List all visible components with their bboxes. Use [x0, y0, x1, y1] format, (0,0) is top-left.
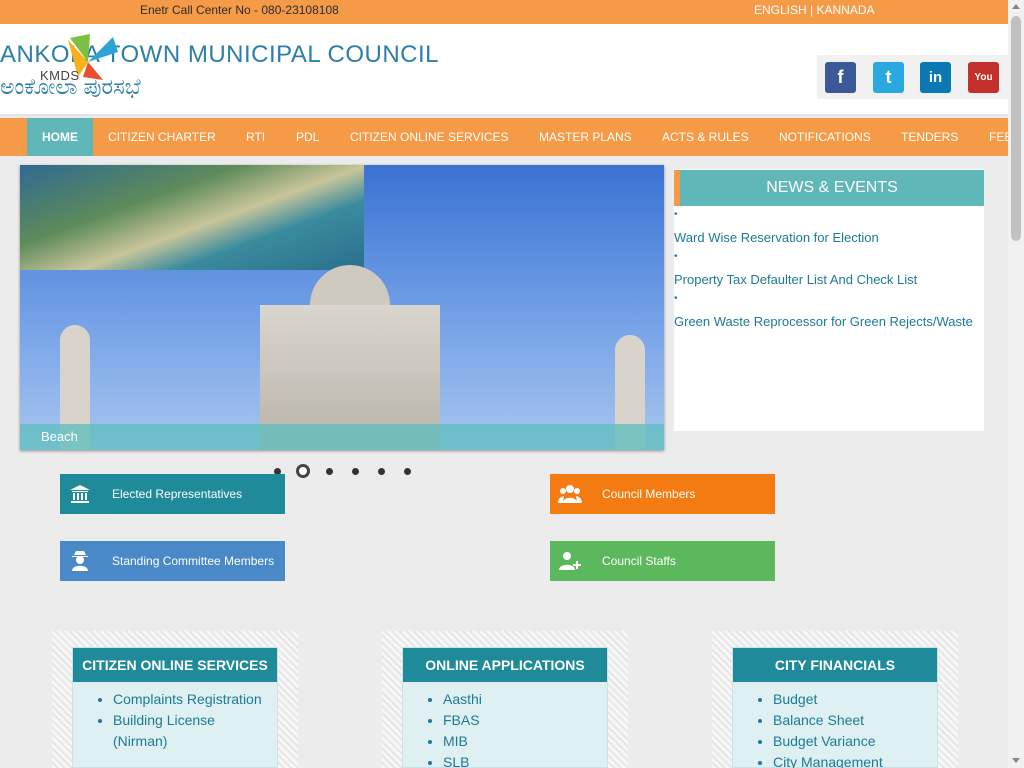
user-secret-icon: [68, 549, 92, 573]
nav-acts-rules[interactable]: ACTS & RULES: [662, 118, 749, 156]
nav-citizen-charter[interactable]: CITIZEN CHARTER: [108, 118, 216, 156]
lang-separator: |: [806, 3, 817, 17]
slider-dot[interactable]: [326, 468, 333, 475]
bullet-icon: •: [674, 251, 678, 262]
twitter-icon[interactable]: t: [873, 62, 904, 93]
site-header: ANKOLA TOWN MUNICIPAL COUNCIL ಅಂಕೋಲಾ ಪುರ…: [0, 24, 1008, 116]
news-list: • Ward Wise Reservation for Election • Pro…: [674, 209, 984, 335]
news-link[interactable]: Ward Wise Reservation for Election: [674, 230, 879, 245]
council-members-button[interactable]: Council Members: [550, 474, 775, 514]
image-slider[interactable]: Beach: [20, 165, 664, 450]
nav-citizen-online-services[interactable]: CITIZEN ONLINE SERVICES: [350, 118, 508, 156]
scroll-down-icon[interactable]: [1012, 758, 1020, 763]
panel-link[interactable]: SLB: [443, 752, 603, 768]
nav-master-plans[interactable]: MASTER PLANS: [539, 118, 632, 156]
nav-notifications[interactable]: NOTIFICATIONS: [779, 118, 871, 156]
standing-committee-button[interactable]: Standing Committee Members: [60, 541, 285, 581]
panel-list: Budget Balance Sheet Budget Variance Cit…: [773, 689, 933, 768]
lang-english-link[interactable]: ENGLISH: [754, 3, 807, 17]
news-heading: NEWS & EVENTS: [674, 170, 984, 206]
nav-tenders[interactable]: TENDERS: [901, 118, 958, 156]
top-bar: Enetr Call Center No - 080-23108108 ENGL…: [0, 0, 1008, 24]
elected-representatives-button[interactable]: Elected Representatives: [60, 474, 285, 514]
slide-caption: Beach: [20, 424, 664, 450]
nav-fee[interactable]: FEE: [989, 118, 1008, 156]
slide-beach-image: [20, 165, 364, 270]
building-icon: [68, 482, 92, 506]
group-icon: [558, 482, 582, 506]
panel-link[interactable]: Aasthi: [443, 689, 603, 710]
city-financials-panel: CITY FINANCIALS Budget Balance Sheet Bud…: [712, 631, 958, 768]
user-plus-icon: [558, 549, 582, 573]
panel-link[interactable]: MIB: [443, 731, 603, 752]
news-link[interactable]: Green Waste Reprocessor for Green Reject…: [674, 314, 973, 329]
scroll-thumb[interactable]: [1011, 16, 1021, 241]
language-switcher: ENGLISH | KANNADA: [754, 3, 875, 17]
youtube-icon[interactable]: You Tube: [968, 62, 999, 114]
panel-list: Aasthi FBAS MIB SLB: [443, 689, 603, 768]
panel-body: CITIZEN ONLINE SERVICES Complaints Regis…: [72, 647, 278, 768]
nav-rti[interactable]: RTI: [246, 118, 265, 156]
lang-kannada-link[interactable]: KANNADA: [816, 3, 874, 17]
scroll-up-icon[interactable]: [1012, 4, 1020, 9]
panel-title: ONLINE APPLICATIONS: [403, 648, 607, 682]
elected-representatives-label: Elected Representatives: [112, 487, 243, 501]
panel-link[interactable]: Budget: [773, 689, 933, 710]
logo-text: KMDS: [40, 68, 80, 83]
slider-dot-active[interactable]: [296, 464, 310, 478]
council-staffs-button[interactable]: Council Staffs: [550, 541, 775, 581]
news-item: • Property Tax Defaulter List And Check L…: [674, 251, 984, 293]
nav-pdl[interactable]: PDL: [296, 118, 319, 156]
panel-title: CITIZEN ONLINE SERVICES: [73, 648, 277, 682]
social-links: f t in You Tube: [817, 55, 1008, 114]
panel-link[interactable]: Complaints Registration: [113, 689, 273, 710]
panel-link[interactable]: Balance Sheet: [773, 710, 933, 731]
linkedin-icon[interactable]: in: [920, 62, 951, 93]
slider-dot[interactable]: [404, 468, 411, 475]
nav-home[interactable]: HOME: [27, 118, 93, 156]
facebook-icon[interactable]: f: [825, 62, 856, 93]
news-item: • Ward Wise Reservation for Election: [674, 209, 984, 251]
call-center-text: Enetr Call Center No - 080-23108108: [140, 3, 339, 17]
bullet-icon: •: [674, 293, 678, 304]
panel-link[interactable]: FBAS: [443, 710, 603, 731]
slider-dot[interactable]: [378, 468, 385, 475]
slider-dot[interactable]: [352, 468, 359, 475]
panel-link[interactable]: City Management: [773, 752, 933, 768]
news-link[interactable]: Property Tax Defaulter List And Check Li…: [674, 272, 917, 287]
panel-body: ONLINE APPLICATIONS Aasthi FBAS MIB SLB: [402, 647, 608, 768]
citizen-online-services-panel: CITIZEN ONLINE SERVICES Complaints Regis…: [52, 631, 298, 768]
bullet-icon: •: [674, 209, 678, 220]
panel-list: Complaints Registration Building License…: [113, 689, 273, 752]
online-applications-panel: ONLINE APPLICATIONS Aasthi FBAS MIB SLB: [382, 631, 628, 768]
kmds-logo[interactable]: KMDS: [40, 32, 128, 94]
news-item: • Green Waste Reprocessor for Green Rejec…: [674, 293, 984, 335]
council-staffs-label: Council Staffs: [602, 554, 676, 568]
council-members-label: Council Members: [602, 487, 696, 501]
main-nav: HOME CITIZEN CHARTER RTI PDL CITIZEN ONL…: [0, 118, 1008, 156]
panel-body: CITY FINANCIALS Budget Balance Sheet Bud…: [732, 647, 938, 768]
panel-title: CITY FINANCIALS: [733, 648, 937, 682]
standing-committee-label: Standing Committee Members: [112, 554, 275, 568]
panel-link[interactable]: Building License (Nirman): [113, 710, 273, 752]
panel-link[interactable]: Budget Variance: [773, 731, 933, 752]
page-scrollbar[interactable]: [1008, 0, 1024, 768]
news-events-panel: NEWS & EVENTS • Ward Wise Reservation for…: [674, 169, 984, 431]
